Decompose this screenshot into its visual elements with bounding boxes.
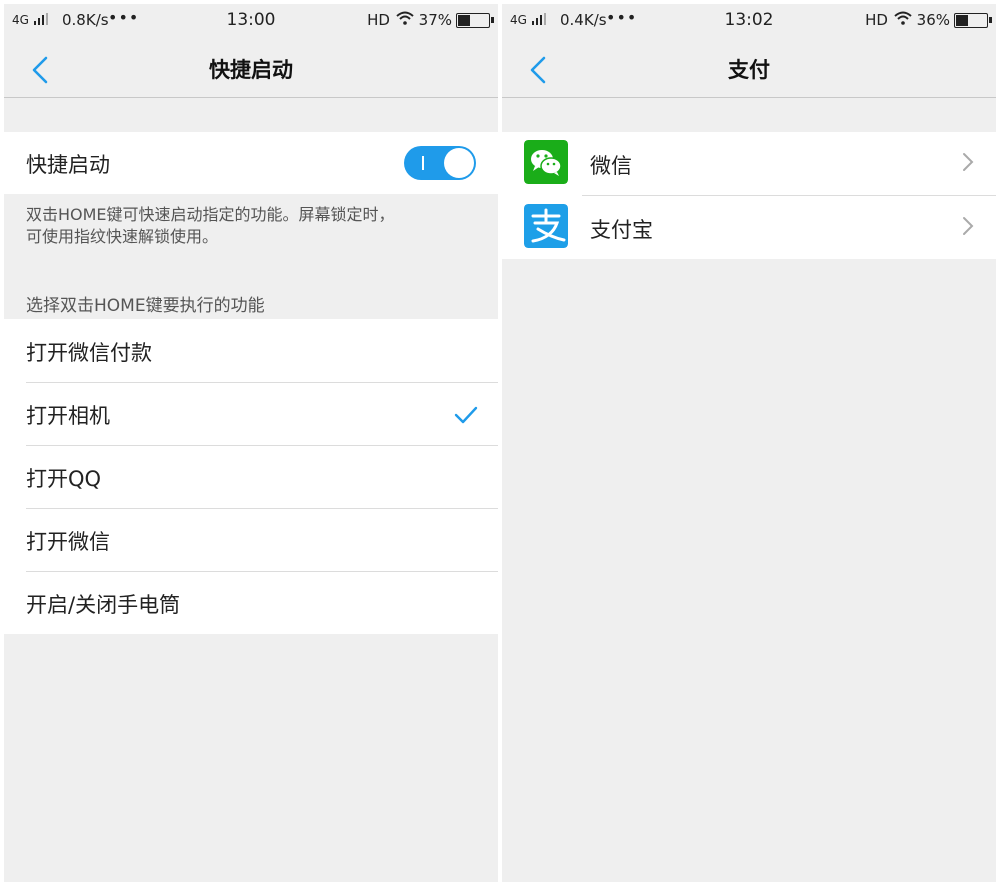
section-header: 选择双击HOME键要执行的功能 [26,296,265,316]
chevron-right-icon [963,153,974,171]
hd-indicator: HD [367,11,390,29]
alipay-icon [524,204,568,248]
quick-launch-toggle-row[interactable]: 快捷启动 [4,132,498,194]
wechat-label: 微信 [590,154,632,178]
battery-fill [458,15,470,26]
navigation-bar: 支付 [502,36,996,98]
chevron-right-icon [963,217,974,235]
status-bar: 4G 0.8K/s ••• 13:00 HD 37% [4,4,498,36]
option-label: 打开微信 [26,530,110,554]
option-open-camera[interactable]: 打开相机 [4,383,498,445]
option-label: 打开相机 [26,404,110,428]
hd-indicator: HD [865,11,888,29]
option-open-wechat-pay[interactable]: 打开微信付款 [4,319,498,382]
option-label: 打开微信付款 [26,341,152,365]
navigation-bar: 快捷启动 [4,36,498,98]
option-label: 打开QQ [26,467,102,491]
function-options-list: 打开微信付款 打开相机 打开QQ 打开微信 开启/关闭手电筒 [4,319,498,634]
battery-icon [456,13,494,28]
toggle-label: 快捷启动 [26,153,110,177]
payment-screen: 4G 0.4K/s ••• 13:02 HD 36% 支付 微信 支付宝 [502,4,996,882]
option-toggle-flashlight[interactable]: 开启/关闭手电筒 [4,572,498,634]
battery-fill [956,15,968,26]
quick-launch-screen: 4G 0.8K/s ••• 13:00 HD 37% 快捷启动 快捷启动 双击H… [4,4,498,882]
option-open-wechat[interactable]: 打开微信 [4,509,498,571]
option-open-qq[interactable]: 打开QQ [4,446,498,508]
payment-item-alipay[interactable]: 支付宝 [502,196,996,259]
wifi-icon [396,11,414,25]
payment-item-wechat[interactable]: 微信 [502,132,996,195]
option-label: 开启/关闭手电筒 [26,593,181,617]
battery-percent: 36% [916,11,950,29]
alipay-label: 支付宝 [590,218,653,242]
quick-launch-toggle[interactable] [404,146,476,180]
battery-icon [954,13,992,28]
page-title: 快捷启动 [209,58,293,82]
payment-apps-list: 微信 支付宝 [502,132,996,259]
wechat-icon [524,140,568,184]
status-bar: 4G 0.4K/s ••• 13:02 HD 36% [502,4,996,36]
battery-percent: 37% [418,11,452,29]
feature-description: 双击HOME键可快速启动指定的功能。屏幕锁定时， 可使用指纹快速解锁使用。 [26,205,395,246]
wifi-icon [894,11,912,25]
checkmark-icon [454,406,478,424]
page-title: 支付 [728,58,770,82]
